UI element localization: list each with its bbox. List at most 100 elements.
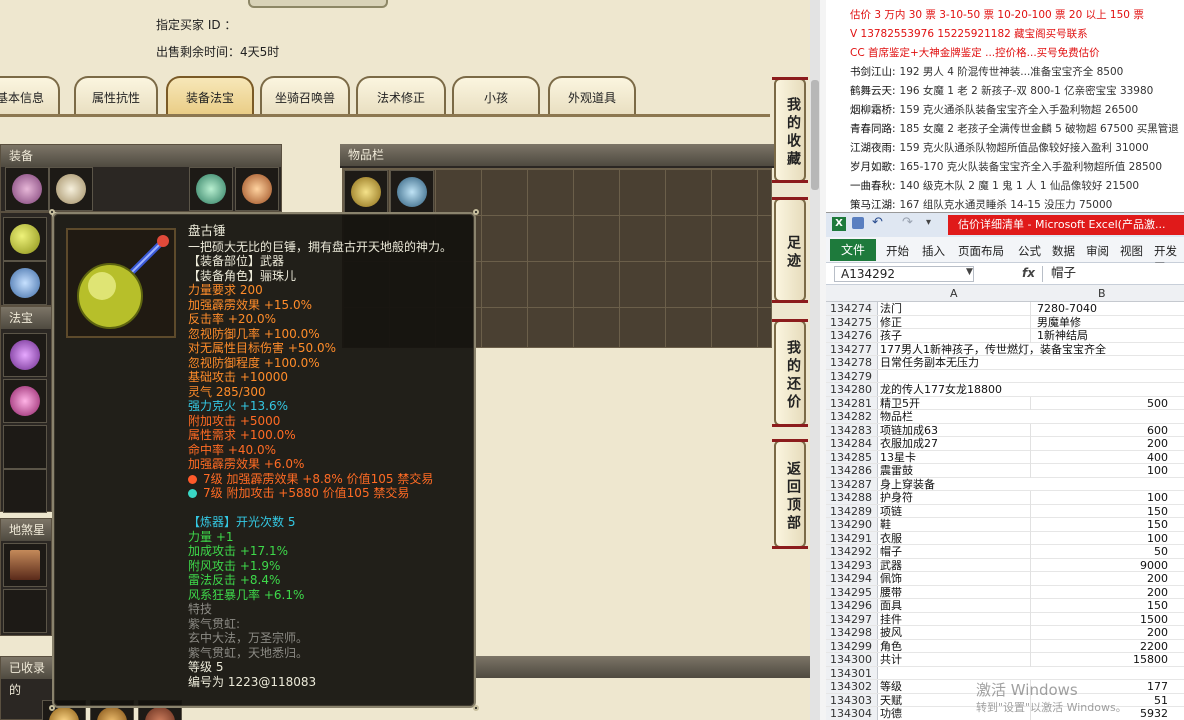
save-icon[interactable] [852, 217, 864, 229]
row-number[interactable]: 134291 [826, 531, 878, 544]
cell-a[interactable]: 法门 [880, 302, 1030, 316]
cell-b[interactable]: 7280-7040 [1030, 302, 1172, 316]
cell-a[interactable]: 震雷鼓 [880, 464, 1030, 478]
cell-b[interactable]: 男魔单修 [1030, 315, 1172, 329]
row-number[interactable]: 134299 [826, 639, 878, 652]
cell-a[interactable]: 身上穿装备 [880, 478, 1030, 492]
column-header-a[interactable]: A [950, 287, 958, 300]
file-tab[interactable]: 文件 [830, 239, 876, 261]
cell-a[interactable]: 日常任务副本无压力 [880, 356, 1030, 370]
scrollbar[interactable] [810, 0, 820, 720]
cell-a[interactable]: 孩子 [880, 329, 1030, 343]
cell-b[interactable]: 500 [1030, 396, 1172, 410]
cell-b[interactable]: 1500 [1030, 612, 1172, 626]
magic-slot[interactable] [3, 333, 47, 377]
name-box[interactable]: A134292 [834, 266, 974, 282]
row-number[interactable]: 134292 [826, 545, 878, 558]
ribbon-tab-review[interactable]: 审阅 [1086, 243, 1109, 259]
row-number[interactable]: 134300 [826, 653, 878, 666]
row-number[interactable]: 134280 [826, 383, 878, 396]
cell-a[interactable]: 项链加成63 [880, 424, 1030, 438]
cell-b[interactable]: 150 [1030, 504, 1172, 518]
equip-slot-weapon[interactable] [3, 217, 47, 261]
cell-b[interactable]: 1新神结局 [1030, 329, 1172, 343]
cell-a[interactable]: 佩饰 [880, 572, 1030, 586]
row-number[interactable]: 134283 [826, 423, 878, 436]
cell-b[interactable]: 150 [1030, 599, 1172, 613]
row-number[interactable]: 134279 [826, 369, 878, 382]
cell-b[interactable]: 600 [1030, 423, 1172, 437]
cell-a[interactable]: 177男人1新神孩子，传世燃灯，装备宝宝齐全 [880, 343, 1106, 357]
row-number[interactable]: 134290 [826, 518, 878, 531]
ribbon-tab-view[interactable]: 视图 [1120, 243, 1143, 259]
beast-slot[interactable] [3, 543, 47, 587]
back-to-top-button[interactable]: 返回顶部 [772, 439, 808, 549]
cell-a[interactable]: 衣服加成27 [880, 437, 1030, 451]
cell-a[interactable]: 龙的传人177女龙18800 [880, 383, 1030, 397]
row-number[interactable]: 134278 [826, 356, 878, 369]
magic-slot[interactable] [3, 469, 47, 513]
row-number[interactable]: 134293 [826, 558, 878, 571]
undo-icon[interactable]: ↶ [872, 215, 883, 230]
ribbon-tab-data[interactable]: 数据 [1052, 243, 1075, 259]
cell-a[interactable]: 项链 [880, 505, 1030, 519]
row-number[interactable]: 134274 [826, 302, 878, 315]
cell-a[interactable]: 护身符 [880, 491, 1030, 505]
cell-b[interactable]: 400 [1030, 450, 1172, 464]
ribbon-tab-formulas[interactable]: 公式 [1018, 243, 1041, 259]
name-box-dropdown-icon[interactable]: ▼ [966, 267, 973, 277]
row-number[interactable]: 134302 [826, 680, 878, 693]
row-number[interactable]: 134301 [826, 666, 878, 679]
row-number[interactable]: 134282 [826, 410, 878, 423]
cell-a[interactable]: 武器 [880, 559, 1030, 573]
beast-slot[interactable] [3, 589, 47, 633]
favorites-button[interactable]: 我的收藏 [772, 77, 808, 183]
ribbon-tab-home[interactable]: 开始 [886, 243, 909, 259]
tab-attributes[interactable]: 属性抗性 [74, 76, 158, 116]
cell-b[interactable]: 50 [1030, 545, 1172, 559]
row-number[interactable]: 134284 [826, 437, 878, 450]
cell-b[interactable]: 2200 [1030, 639, 1172, 653]
cell-a[interactable]: 物品栏 [880, 410, 1030, 424]
row-number[interactable]: 134296 [826, 599, 878, 612]
cell-b[interactable]: 150 [1030, 518, 1172, 532]
row-number[interactable]: 134295 [826, 585, 878, 598]
tab-mounts-summons[interactable]: 坐骑召唤兽 [260, 76, 350, 116]
cell-b[interactable]: 9000 [1030, 558, 1172, 572]
cell-a[interactable]: 角色 [880, 640, 1030, 654]
inventory-slot[interactable] [390, 170, 434, 214]
tab-basic-info[interactable]: 基本信息 [0, 76, 60, 116]
equip-slot[interactable] [235, 167, 279, 211]
row-number[interactable]: 134275 [826, 315, 878, 328]
equip-slot[interactable] [189, 167, 233, 211]
ribbon-tab-page-layout[interactable]: 页面布局 [958, 243, 1004, 259]
cell-a[interactable]: 面具 [880, 599, 1030, 613]
equip-slot[interactable] [3, 261, 47, 305]
row-number[interactable]: 134297 [826, 612, 878, 625]
tab-equipment[interactable]: 装备法宝 [166, 76, 254, 116]
row-number[interactable]: 134281 [826, 396, 878, 409]
row-number[interactable]: 134303 [826, 693, 878, 706]
tab-appearance[interactable]: 外观道具 [548, 76, 636, 116]
tab-child[interactable]: 小孩 [452, 76, 540, 116]
cell-a[interactable]: 腰带 [880, 586, 1030, 600]
tab-spell-correction[interactable]: 法术修正 [356, 76, 446, 116]
row-number[interactable]: 134277 [826, 342, 878, 355]
cell-a[interactable]: 披风 [880, 626, 1030, 640]
row-number[interactable]: 134289 [826, 504, 878, 517]
cell-b[interactable]: 200 [1030, 585, 1172, 599]
magic-slot[interactable] [3, 379, 47, 423]
row-number[interactable]: 134288 [826, 491, 878, 504]
cell-b[interactable]: 200 [1030, 437, 1172, 451]
row-number[interactable]: 134304 [826, 707, 878, 720]
inventory-slot[interactable] [344, 170, 388, 214]
cell-b[interactable]: 100 [1030, 464, 1172, 478]
cell-a[interactable]: 鞋 [880, 518, 1030, 532]
cell-a[interactable]: 13星卡 [880, 451, 1030, 465]
row-number[interactable]: 134298 [826, 626, 878, 639]
cell-a[interactable]: 精卫5开 [880, 397, 1030, 411]
scrollbar-thumb[interactable] [811, 80, 819, 190]
redo-icon[interactable]: ↷ [902, 215, 913, 230]
cell-a[interactable]: 修正 [880, 316, 1030, 330]
magic-slot[interactable] [3, 425, 47, 469]
